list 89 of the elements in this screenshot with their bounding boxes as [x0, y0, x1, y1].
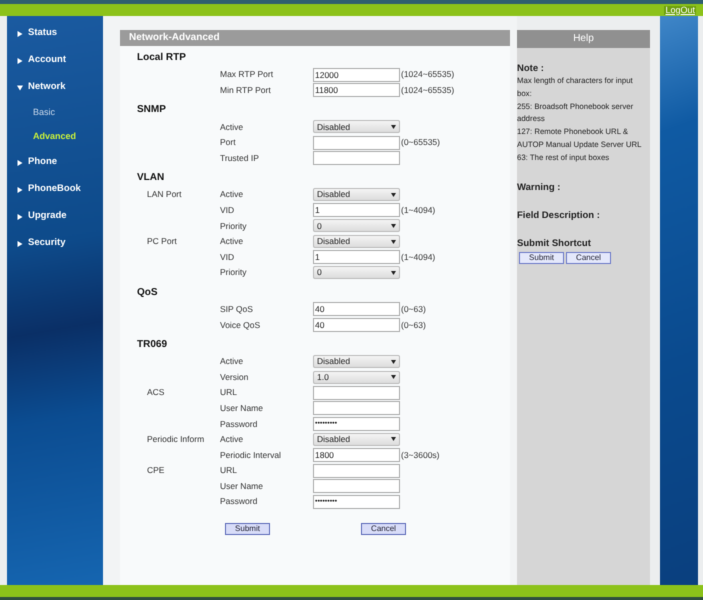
- range-hint: (1~4094): [401, 250, 436, 264]
- field-label: Priority: [220, 267, 246, 278]
- input-field[interactable]: 12000: [313, 68, 400, 82]
- caret-icon: [391, 360, 396, 364]
- caret-icon: [391, 240, 396, 244]
- dropdown[interactable]: Disabled: [313, 120, 400, 134]
- field-label: Voice QoS: [220, 320, 260, 330]
- caret-icon: [391, 375, 396, 380]
- nav-item[interactable]: PhoneBook: [28, 182, 81, 197]
- nav-item[interactable]: Phone: [28, 155, 58, 170]
- group-label: CPE: [147, 465, 164, 476]
- caret-icon: [391, 124, 396, 129]
- group-label: LAN Port: [147, 189, 182, 200]
- field-label: Min RTP Port: [220, 85, 271, 96]
- submit-button[interactable]: Submit: [225, 522, 270, 535]
- nav-subitem[interactable]: Basic: [33, 106, 56, 120]
- range-hint: (0~63): [401, 302, 426, 316]
- help-heading: Note :: [517, 63, 545, 75]
- field-label: Password: [220, 496, 258, 506]
- help-heading: Warning :: [517, 180, 562, 195]
- input-field[interactable]: 40: [313, 302, 400, 316]
- field-label: Trusted IP: [220, 152, 259, 163]
- range-hint: (0~65535): [401, 136, 440, 149]
- field-label: User Name: [220, 402, 263, 413]
- help-heading: Field Description :: [517, 208, 601, 223]
- section-heading: SNMP: [137, 103, 166, 118]
- field-label: VID: [220, 204, 234, 215]
- section-heading: Local RTP: [137, 51, 186, 65]
- input-field[interactable]: [313, 136, 400, 150]
- range-hint: (3~3600s): [401, 448, 440, 462]
- caret-icon: [391, 437, 396, 442]
- dropdown[interactable]: 1.0: [313, 370, 400, 384]
- nav-item[interactable]: Security: [28, 236, 66, 251]
- range-hint: (1~4094): [401, 204, 436, 217]
- section-heading: TR069: [137, 338, 168, 352]
- field-label: Priority: [220, 220, 246, 231]
- field-label: Active: [220, 122, 244, 132]
- dropdown[interactable]: 0: [313, 266, 400, 280]
- field-label: URL: [220, 465, 238, 476]
- group-label: ACS: [147, 387, 164, 398]
- input-field[interactable]: [313, 401, 400, 416]
- nav-item[interactable]: Account: [28, 53, 66, 68]
- range-hint: (1024~65535): [401, 68, 454, 82]
- input-field[interactable]: 40: [313, 318, 400, 332]
- section-heading: VLAN: [137, 170, 164, 185]
- help-heading: Submit Shortcut: [517, 237, 592, 252]
- input-field[interactable]: [313, 479, 400, 494]
- input-field[interactable]: 11800: [313, 83, 400, 98]
- field-label: URL: [220, 387, 238, 398]
- input-field[interactable]: 1800: [313, 448, 400, 462]
- input-field[interactable]: [313, 151, 400, 166]
- field-label: Active: [220, 236, 244, 246]
- field-label: Max RTP Port: [220, 69, 274, 80]
- cancel-button[interactable]: Cancel: [361, 522, 406, 535]
- dropdown[interactable]: Disabled: [313, 355, 400, 368]
- dropdown[interactable]: Disabled: [313, 188, 400, 202]
- field-label: SIP QoS: [220, 304, 253, 314]
- input-field[interactable]: [313, 464, 400, 478]
- field-label: User Name: [220, 480, 263, 491]
- field-label: Version: [220, 372, 248, 382]
- input-field[interactable]: [313, 386, 400, 400]
- panel-title: Network-Advanced: [120, 30, 510, 46]
- caret-icon: [391, 270, 396, 275]
- range-hint: (0~63): [401, 318, 426, 332]
- field-label: Periodic Interval: [220, 450, 281, 460]
- field-label: Port: [220, 137, 236, 148]
- field-label: Active: [220, 434, 244, 444]
- nav-subitem[interactable]: Advanced: [33, 130, 76, 144]
- input-field[interactable]: 1: [313, 203, 400, 218]
- submit-button[interactable]: Submit: [519, 252, 564, 264]
- dropdown[interactable]: Disabled: [313, 432, 400, 446]
- field-label: Active: [220, 356, 244, 366]
- input-field[interactable]: 1: [313, 250, 400, 264]
- section-heading: QoS: [137, 286, 158, 300]
- group-label: PC Port: [147, 236, 177, 246]
- field-label: Active: [220, 189, 244, 200]
- range-hint: (1024~65535): [401, 84, 454, 97]
- caret-icon: [391, 192, 396, 197]
- nav-item[interactable]: Status: [28, 26, 58, 41]
- group-label: Periodic Inform: [147, 434, 204, 444]
- field-label: VID: [220, 252, 234, 262]
- dropdown[interactable]: Disabled: [313, 235, 400, 248]
- help-title: Help: [517, 30, 650, 48]
- dropdown[interactable]: 0: [313, 219, 400, 232]
- field-label: Password: [220, 418, 258, 429]
- caret-icon: [391, 224, 396, 228]
- nav-item[interactable]: Network: [28, 80, 66, 95]
- cancel-button[interactable]: Cancel: [566, 252, 611, 264]
- nav-item[interactable]: Upgrade: [28, 209, 67, 224]
